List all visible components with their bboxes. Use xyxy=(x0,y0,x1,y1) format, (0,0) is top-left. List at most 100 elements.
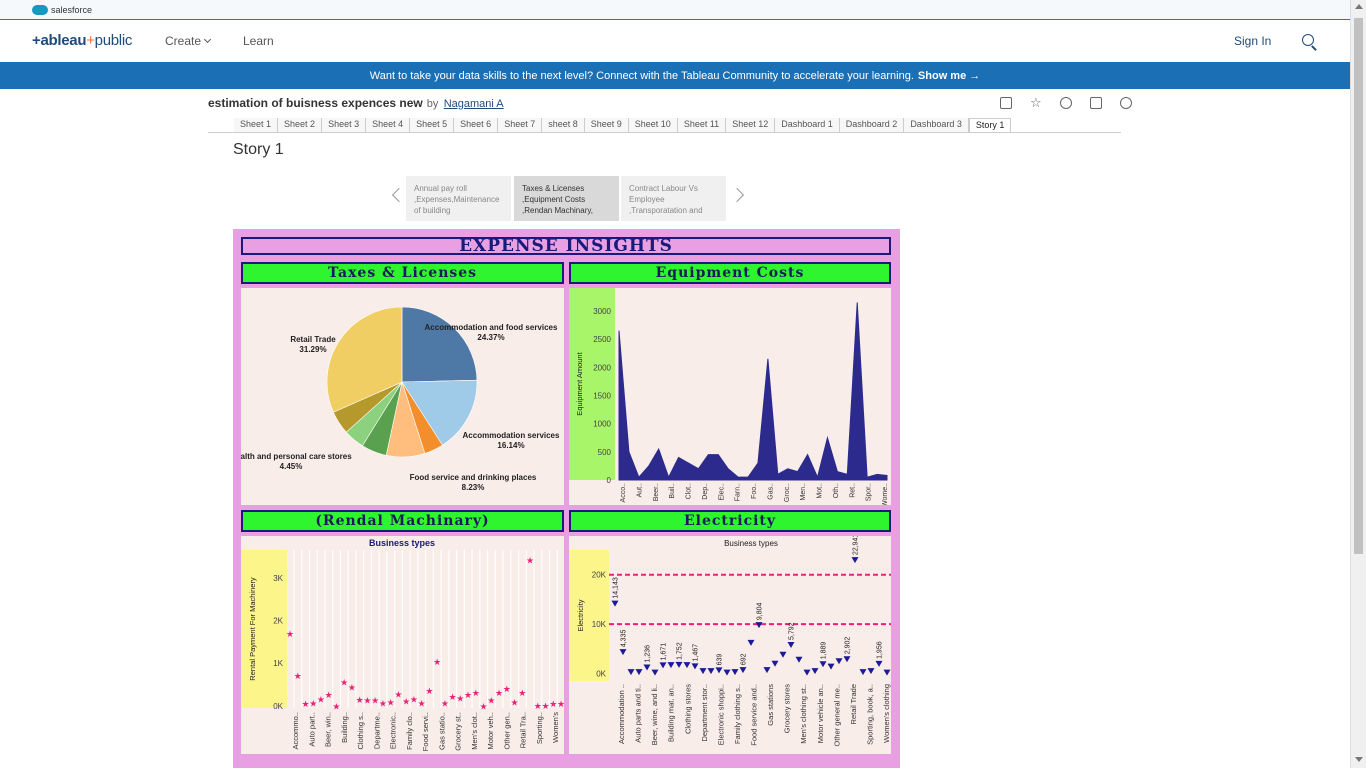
taxes-section-title: Taxes & Licenses xyxy=(241,262,564,284)
x-tick-label: Groc.. xyxy=(784,483,791,502)
tab-sheet-11[interactable]: Sheet 11 xyxy=(677,118,727,132)
x-tick-label: Spor.. xyxy=(866,483,873,501)
page-scrollbar[interactable] xyxy=(1350,0,1366,768)
rental-scatter-chart[interactable]: Business types 0K 1K 2K 3K Rental Payment For… xyxy=(241,536,566,754)
scroll-down-arrow-icon[interactable] xyxy=(1355,757,1363,762)
data-label: 9,804 xyxy=(757,602,764,620)
tab-sheet-9[interactable]: Sheet 9 xyxy=(584,118,629,132)
scroll-thumb[interactable] xyxy=(1354,18,1363,554)
x-tick-label: Beer.. xyxy=(653,483,660,501)
story-next-arrow-icon[interactable] xyxy=(729,187,745,203)
x-tick-label: Department stor.. xyxy=(700,684,709,742)
viz-toolbar: ☆ xyxy=(1000,96,1132,109)
x-tick-label: Other general me.. xyxy=(832,684,841,747)
favorite-star-icon[interactable]: ☆ xyxy=(1030,96,1042,109)
search-icon[interactable] xyxy=(1302,34,1314,46)
rental-panel: Business types 0K 1K 2K 3K Rental Payment For… xyxy=(241,536,566,754)
tab-story-1[interactable]: Story 1 xyxy=(968,118,1012,132)
equipment-panel: 0 500 1000 1500 2000 2500 3000 Equipment Amount… xyxy=(569,288,891,507)
by-label: by xyxy=(426,98,439,110)
logo-sep: + xyxy=(86,32,95,49)
story-title: Story 1 xyxy=(233,141,284,158)
x-tick-label: Family clo.. xyxy=(405,712,414,750)
rental-point: ★ xyxy=(332,701,340,711)
sheet-tabs: Sheet 1 Sheet 2 Sheet 3 Sheet 4 Sheet 5 Sheet… xyxy=(208,118,1121,133)
logo-prefix: +ableau xyxy=(32,32,87,49)
tab-sheet-8[interactable]: sheet 8 xyxy=(542,118,585,132)
rental-point: ★ xyxy=(418,699,426,709)
scroll-up-arrow-icon[interactable] xyxy=(1355,4,1363,9)
x-tick-label: Clothing stores xyxy=(683,684,692,734)
electricity-section-title: Electricity xyxy=(569,510,891,532)
electricity-point xyxy=(763,667,771,674)
x-tick-label: Men's clothing st.. xyxy=(799,684,808,744)
x-tick-label: Aut.. xyxy=(636,483,643,497)
x-tick-label: Women's clothing xyxy=(882,684,891,743)
rental-point: ★ xyxy=(294,671,302,681)
electricity-chart[interactable]: Business types 0K 10K 20K Electricity 14,143 4… xyxy=(569,534,891,754)
electricity-point xyxy=(723,669,731,676)
x-tick-label: Beer, wine, and li.. xyxy=(650,684,659,745)
tab-dashboard-3[interactable]: Dashboard 3 xyxy=(904,118,969,132)
tableau-public-logo[interactable]: +ableau+public xyxy=(32,32,132,49)
taxes-pie-chart[interactable]: Accommodation and food services24.37% Acc… xyxy=(230,288,564,505)
electricity-point xyxy=(651,669,659,676)
tab-sheet-7[interactable]: Sheet 7 xyxy=(498,118,543,132)
story-point-2[interactable]: Taxes & Licenses ,Equipment Costs ,Renda… xyxy=(514,176,619,221)
electricity-point xyxy=(851,557,859,564)
tab-sheet-4[interactable]: Sheet 4 xyxy=(366,118,411,132)
pie-slice xyxy=(401,306,478,383)
x-tick-label: Electronic.. xyxy=(389,712,398,749)
sign-in-link[interactable]: Sign In xyxy=(1234,34,1271,48)
electricity-point xyxy=(835,658,843,665)
rental-point: ★ xyxy=(503,684,511,694)
tab-sheet-2[interactable]: Sheet 2 xyxy=(278,118,323,132)
electricity-point xyxy=(803,669,811,676)
dashboard-title: EXPENSE INSIGHTS xyxy=(241,237,891,255)
copy-icon[interactable] xyxy=(1000,97,1012,109)
tab-sheet-10[interactable]: Sheet 10 xyxy=(628,118,678,132)
share-icon[interactable] xyxy=(1060,97,1072,109)
chevron-down-icon xyxy=(203,35,212,44)
story-point-1[interactable]: Annual pay roll ,Expenses,Maintenance of… xyxy=(406,176,511,221)
story-point-3[interactable]: Contract Labour Vs Employee ,Transporata… xyxy=(621,176,726,221)
community-banner[interactable]: Want to take your data skills to the nex… xyxy=(0,62,1350,89)
create-menu[interactable]: Create xyxy=(165,34,212,48)
electricity-point xyxy=(739,667,747,674)
x-tick-label: Men.. xyxy=(800,483,807,501)
pie-label-value: 24.37% xyxy=(477,333,504,342)
download-icon[interactable] xyxy=(1090,97,1102,109)
learn-link[interactable]: Learn xyxy=(243,34,274,48)
tab-sheet-12[interactable]: Sheet 12 xyxy=(726,118,776,132)
x-tick-label: Men's clot.. xyxy=(470,712,479,750)
electricity-point xyxy=(811,668,819,675)
electricity-point xyxy=(683,662,691,669)
y-tick-label: 1500 xyxy=(593,391,611,400)
tab-sheet-6[interactable]: Sheet 6 xyxy=(454,118,499,132)
logo-suffix: public xyxy=(94,32,133,49)
banner-cta[interactable]: Show me → xyxy=(918,70,980,82)
x-tick-label: Departme.. xyxy=(372,712,381,749)
tab-dashboard-1[interactable]: Dashboard 1 xyxy=(775,118,840,132)
x-tick-label: Mot.. xyxy=(817,483,824,499)
electricity-point xyxy=(771,660,779,667)
electricity-point xyxy=(747,639,755,646)
electricity-point xyxy=(819,661,827,668)
y-tick-label: 3K xyxy=(273,574,283,583)
y-tick-label: 20K xyxy=(592,571,607,580)
tab-dashboard-2[interactable]: Dashboard 2 xyxy=(839,118,905,132)
tab-sheet-1[interactable]: Sheet 1 xyxy=(234,118,279,132)
author-link[interactable]: Nagamani A xyxy=(444,98,504,110)
y-tick-label: 10K xyxy=(592,620,607,629)
electricity-point xyxy=(859,669,867,676)
tab-sheet-5[interactable]: Sheet 5 xyxy=(410,118,455,132)
equipment-area-chart[interactable]: 0 500 1000 1500 2000 2500 3000 Equipment Amount… xyxy=(569,288,891,507)
rental-point: ★ xyxy=(472,688,480,698)
badge-icon[interactable] xyxy=(1120,97,1132,109)
x-tick-label: Ret.. xyxy=(849,483,856,498)
x-tick-label: Auto part.. xyxy=(307,712,316,747)
data-label: 2,902 xyxy=(845,637,852,655)
tab-sheet-3[interactable]: Sheet 3 xyxy=(322,118,367,132)
x-tick-label: Retail Tra.. xyxy=(519,712,528,748)
story-prev-arrow-icon[interactable] xyxy=(391,187,407,203)
